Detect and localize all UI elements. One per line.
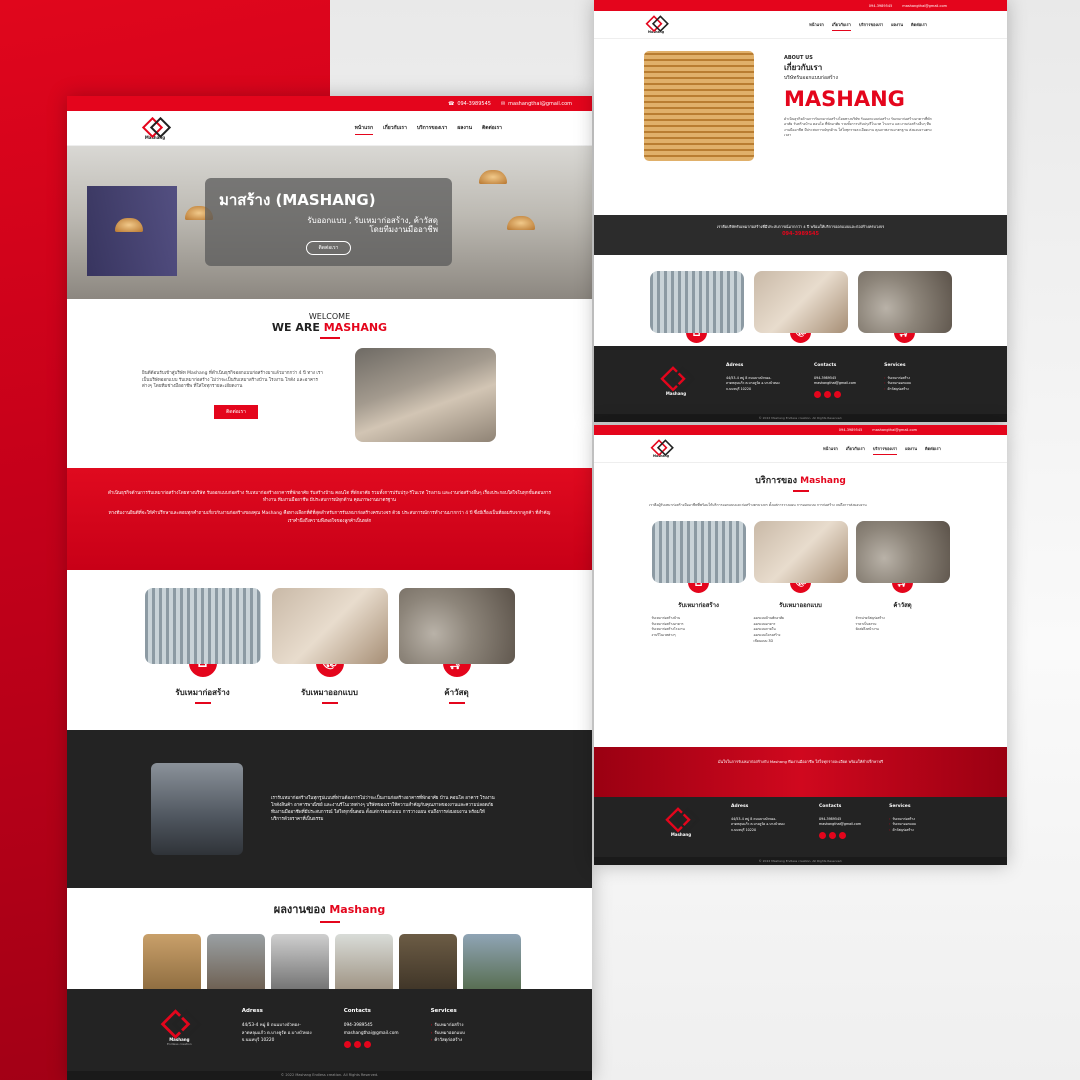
red-band-text-1: ดำเนินธุรกิจด้านการรับเหมาก่อสร้างโดยทาง… [107, 491, 552, 504]
top-contact-bar: 094-3989545 mashangthai@gmail.com [594, 0, 1007, 11]
logo[interactable]: Mashang [143, 117, 167, 140]
email-contact[interactable]: ✉ mashangthai@gmail.com [501, 101, 572, 107]
tape-measure-photo [271, 588, 388, 664]
welcome-label: WELCOME [308, 312, 351, 321]
welcome-about-row: ยินดีต้อนรับเข้าสู่บริษัท Mashang ที่ดำเ… [67, 342, 592, 442]
nav-item-works[interactable]: ผลงาน [457, 124, 472, 132]
phone-icon[interactable] [343, 1040, 351, 1048]
main-nav: Mashang หน้าแรก เกี่ยวกับเรา บริการของเราผ… [594, 435, 1007, 463]
home-page-mockup: ☎ 094-3989545 ✉ mashangthai@gmail.com Mash… [67, 96, 592, 1080]
hero-subtitle: รับออกแบบ , รับเหมาก่อสร้าง, ค้าวัสดุ [307, 216, 438, 225]
footer-contacts: Contacts 094-3989545 mashangthai@gmail.com [343, 1007, 399, 1071]
welcome-text: ยินดีต้อนรับเข้าสู่บริษัท Mashang ที่ดำเ… [142, 370, 323, 390]
service-card-design[interactable]: 🎨︎ รับเหมาออกแบบ [271, 588, 388, 730]
site-footer: Mashang Adress 44/53-4 หมู่ 8 ถนนบางบัวทอ… [594, 797, 1007, 857]
hero-contact-button[interactable]: ติดต่อเรา [305, 241, 352, 256]
scaffold-photo [144, 588, 261, 664]
footer-logo: Mashang Endless creation [167, 1007, 192, 1071]
services-page-mockup: 094-3989545 mashangthai@gmail.com Mashang… [594, 425, 1007, 865]
main-nav: Mashang หน้าแรก เกี่ยวกับเรา บริการของเร… [67, 111, 592, 146]
phone-icon: ☎ [448, 100, 455, 107]
services-detail-columns: ⌂ รับเหมาก่อสร้าง รับเหมาก่อสร้างบ้านรับ… [594, 509, 1007, 719]
heading-underline [319, 337, 340, 339]
welcome-section: WELCOME WE ARE MASHANG [67, 299, 592, 339]
nav-item-services[interactable]: บริการของเรา [417, 124, 447, 132]
logo[interactable]: Mashang [646, 15, 665, 34]
copyright: © 2022 Mashang Endless creation. All Rig… [67, 1071, 592, 1080]
hero-banner: มาสร้าง (MASHANG) รับออกแบบ , รับเหมาก่อ… [67, 146, 592, 299]
facebook-icon[interactable] [353, 1040, 361, 1048]
hero-card: มาสร้าง (MASHANG) รับออกแบบ , รับเหมาก่อ… [205, 178, 452, 266]
hero-title: มาสร้าง (MASHANG) [219, 191, 376, 209]
work-photo[interactable] [335, 934, 393, 994]
services-heading: บริการของ Mashang [755, 476, 846, 486]
work-photo[interactable] [143, 934, 201, 994]
about-slider-image[interactable] [644, 51, 754, 161]
welcome-contact-button[interactable]: ติดต่อเรา [214, 405, 258, 420]
logo-mark-icon [143, 117, 167, 135]
nav-item-about[interactable]: เกี่ยวกับเรา [383, 124, 407, 132]
nav-item-home[interactable]: หน้าแรก [354, 124, 374, 135]
services-red-band: มั่นใจในการรับเหมาก่อสร้างกับ Mashang ที… [594, 747, 1007, 797]
work-photo[interactable] [399, 934, 457, 994]
phone-contact[interactable]: ☎ 094-3989545 [448, 101, 491, 107]
logo-mark-icon [163, 1009, 197, 1034]
work-photo[interactable] [271, 934, 329, 994]
lamp-image [479, 170, 507, 184]
crane-city-photo [151, 763, 243, 855]
about-dark-band: เราคือบริษัทรับเหมาก่อสร้างที่มีประสบการ… [594, 215, 1007, 255]
welcome-heading: WE ARE MASHANG [271, 321, 388, 334]
top-contact-bar: 094-3989545 mashangthai@gmail.com [594, 425, 1007, 435]
works-gallery [67, 926, 592, 994]
service-card-materials[interactable]: 🛒︎ ค้าวัสดุ [398, 588, 515, 730]
work-photo[interactable] [463, 934, 521, 994]
footer-address: Adress 44/53-4 หมู่ 8 ถนนบางบัวทอง-ลาดหลุ… [241, 1008, 312, 1043]
roof-worker-photo [355, 348, 496, 442]
service-card-construction[interactable]: ⌂ รับเหมาก่อสร้าง [144, 588, 261, 730]
hero-subtitle-2: โดยทีมงานมืออาชีพ [369, 225, 438, 235]
footer-services: Servicesรับเหมาก่อสร้างรับเหมาออกแบบค้าว… [431, 1007, 465, 1071]
nav-item-contact[interactable]: ติดต่อเรา [482, 124, 502, 132]
main-nav: Mashang หน้าแรก เกี่ยวกับเรา บริการของเราผ… [594, 11, 1007, 39]
dark-band-text: เรารับเหมาก่อสร้างในทุกรูปแบบที่ท่านต้อง… [271, 795, 495, 823]
about-page-mockup: 094-3989545 mashangthai@gmail.com Mashang… [594, 0, 1007, 422]
dark-info-band: เรารับเหมาก่อสร้างในทุกรูปแบบที่ท่านต้อง… [67, 730, 592, 888]
lamp-image [507, 216, 535, 230]
lamp-image [115, 218, 143, 232]
top-contact-bar: ☎ 094-3989545 ✉ mashangthai@gmail.com [67, 96, 592, 111]
site-footer: Mashang Endless creation Adress 44/53-4 หม… [67, 989, 592, 1071]
red-info-band: ดำเนินธุรกิจด้านการรับเหมาก่อสร้างโดยทาง… [67, 468, 592, 570]
works-heading: ผลงานของ Mashang [273, 903, 386, 916]
about-section: ABOUT US เกี่ยวกับเรา บริษัทรับออกแบบก่อ… [594, 39, 1007, 175]
nav-menu: หน้าแรก เกี่ยวกับเรา บริการของเรา ผลงาน … [354, 124, 502, 135]
site-footer: Mashang Adress 44/53-4 หมู่ 8 ถนนบางบัวทอ… [594, 346, 1007, 414]
line-icon[interactable] [363, 1040, 371, 1048]
concrete-photo [398, 588, 515, 664]
mail-icon: ✉ [500, 100, 506, 107]
red-band-text-2: ทางทีมงานยินดีที่จะให้คำปรึกษาและตอบทุกค… [108, 511, 551, 524]
services-cards: ⌂ รับเหมาก่อสร้าง 🎨︎ รับเหมาออกแบบ 🛒︎ ค้… [67, 570, 592, 730]
work-photo[interactable] [207, 934, 265, 994]
